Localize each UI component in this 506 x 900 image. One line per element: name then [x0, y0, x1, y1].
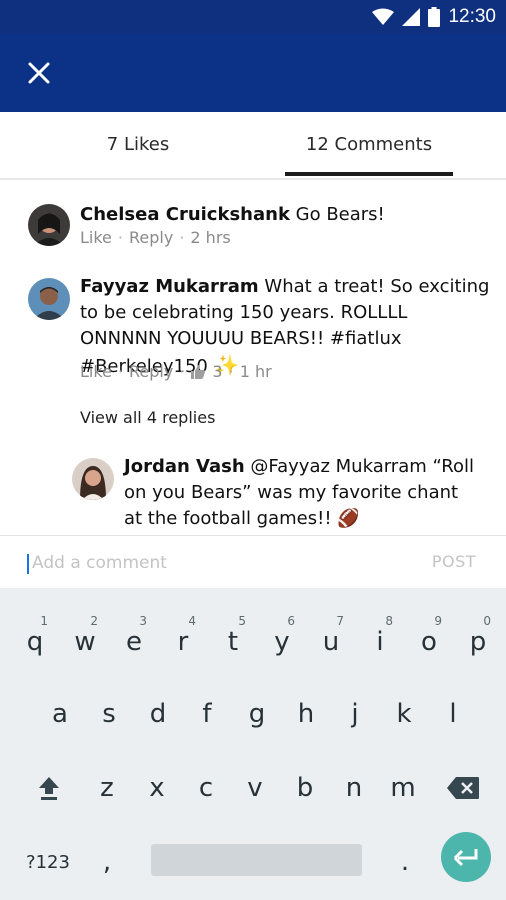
avatar[interactable] — [28, 204, 70, 246]
key-t[interactable]: t5 — [210, 612, 256, 672]
tab-comments[interactable]: 12 Comments — [284, 112, 454, 176]
status-bar: 12:30 — [0, 0, 506, 34]
keyboard: q1 w2 e3 r4 t5 y6 u7 i8 o9 p0 a s d f g … — [0, 588, 506, 900]
key-v[interactable]: v — [232, 758, 278, 818]
key-r[interactable]: r4 — [160, 612, 206, 672]
close-icon — [28, 62, 50, 84]
key-u[interactable]: u7 — [308, 612, 354, 672]
separator-dot: · — [179, 228, 185, 247]
close-button[interactable] — [22, 56, 56, 90]
enter-button[interactable] — [441, 832, 491, 882]
key-k[interactable]: k — [381, 684, 427, 744]
key-c[interactable]: c — [183, 758, 229, 818]
key-x[interactable]: x — [134, 758, 180, 818]
text-cursor — [27, 554, 29, 574]
key-h[interactable]: h — [283, 684, 329, 744]
shift-key[interactable] — [26, 758, 72, 818]
comment-time: 2 hrs — [190, 228, 231, 247]
key-m[interactable]: m — [380, 758, 426, 818]
post-button[interactable]: POST — [432, 552, 476, 571]
reply-author[interactable]: Jordan Vash — [124, 456, 245, 477]
thumbs-up-icon — [191, 364, 206, 379]
shift-icon — [39, 777, 59, 800]
separator-dot: · — [117, 362, 123, 381]
key-w[interactable]: w2 — [62, 612, 108, 672]
avatar[interactable] — [28, 278, 70, 320]
key-j[interactable]: j — [332, 684, 378, 744]
enter-icon — [453, 849, 478, 867]
wifi-icon — [372, 8, 395, 25]
like-count: 3 — [212, 362, 223, 381]
comment-text: Chelsea Cruickshank Go Bears! — [80, 202, 490, 228]
key-q[interactable]: q1 — [12, 612, 58, 672]
separator-dot: · — [228, 362, 234, 381]
comment-time: 1 hr — [239, 362, 272, 381]
key-p[interactable]: p0 — [455, 612, 501, 672]
like-link[interactable]: Like — [80, 228, 112, 247]
key-b[interactable]: b — [282, 758, 328, 818]
separator-dot: · — [179, 362, 185, 381]
key-n[interactable]: n — [331, 758, 377, 818]
reply-link[interactable]: Reply — [129, 362, 173, 381]
reply-link[interactable]: Reply — [129, 228, 173, 247]
key-s[interactable]: s — [86, 684, 132, 744]
key-d[interactable]: d — [135, 684, 181, 744]
active-tab-indicator — [285, 172, 453, 176]
status-icons: 12:30 — [372, 0, 496, 34]
key-o[interactable]: o9 — [406, 612, 452, 672]
key-f[interactable]: f — [184, 684, 230, 744]
comment-body: Go Bears! — [289, 204, 385, 225]
cell-signal-icon — [402, 8, 421, 26]
battery-icon — [428, 7, 441, 27]
tab-likes[interactable]: 7 Likes — [0, 112, 276, 176]
key-a[interactable]: a — [37, 684, 83, 744]
comment-meta: Like · Reply · 2 hrs — [80, 228, 231, 247]
comments-list[interactable]: Chelsea Cruickshank Go Bears! Like · Rep… — [0, 180, 506, 535]
separator-dot: · — [117, 228, 123, 247]
key-i[interactable]: i8 — [357, 612, 403, 672]
key-e[interactable]: e3 — [111, 612, 157, 672]
spacebar[interactable] — [151, 844, 362, 876]
backspace-icon — [447, 777, 479, 799]
comment-author[interactable]: Fayyaz Mukarram — [80, 276, 259, 297]
key-y[interactable]: y6 — [259, 612, 305, 672]
status-time: 12:30 — [448, 6, 496, 27]
like-link[interactable]: Like — [80, 362, 112, 381]
app-bar — [0, 34, 506, 112]
symbols-key[interactable]: ?123 — [20, 832, 76, 892]
backspace-key[interactable] — [440, 758, 486, 818]
avatar[interactable] — [72, 458, 114, 500]
view-replies-link[interactable]: View all 4 replies — [80, 408, 215, 427]
key-l[interactable]: l — [430, 684, 476, 744]
period-key[interactable]: . — [382, 832, 428, 892]
reply-text: Jordan Vash @Fayyaz Mukarram “Roll on yo… — [124, 454, 480, 532]
comma-key[interactable]: , — [84, 832, 130, 892]
key-g[interactable]: g — [234, 684, 280, 744]
football-emoji-icon: 🏈 — [331, 508, 360, 529]
tab-bar: 7 Likes 12 Comments — [0, 112, 506, 180]
comment-meta: Like · Reply · 3 · 1 hr — [80, 362, 272, 381]
comment-input[interactable] — [30, 546, 394, 580]
key-z[interactable]: z — [84, 758, 130, 818]
comment-composer: POST — [0, 535, 506, 588]
comment-author[interactable]: Chelsea Cruickshank — [80, 204, 290, 225]
